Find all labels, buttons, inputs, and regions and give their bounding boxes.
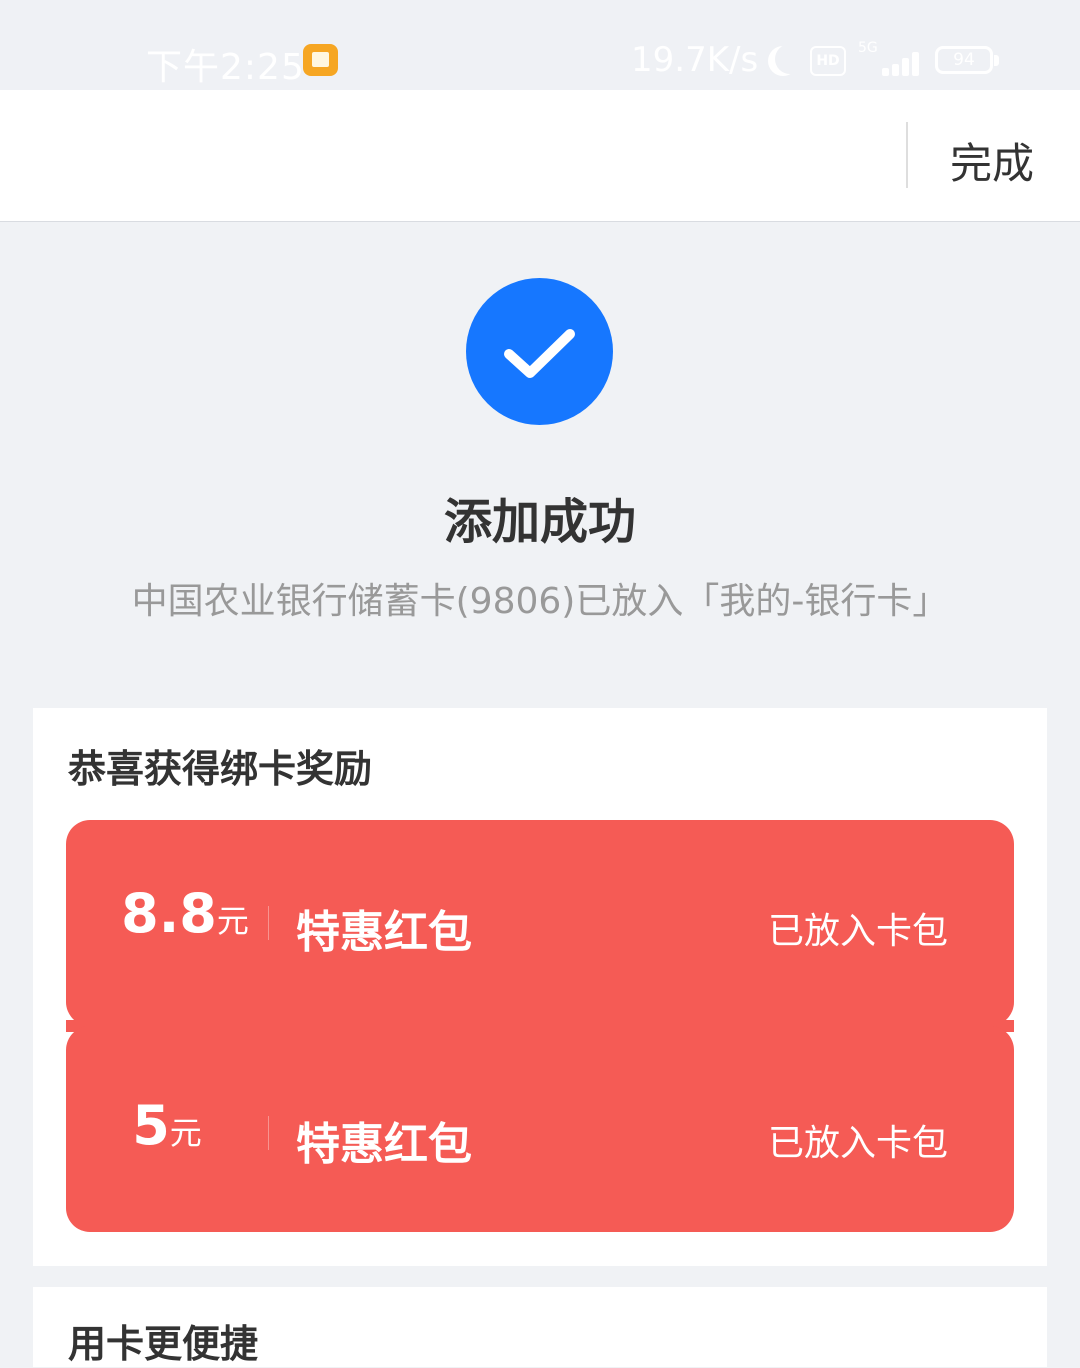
network-speed: 19.7K/s xyxy=(631,40,759,80)
status-bar: 下午2:25 19.7K/s HD 5G 94 xyxy=(0,0,1080,90)
signal-icon xyxy=(858,48,922,76)
nav-bar: 完成 xyxy=(0,90,1080,222)
coupon-unit: 元 xyxy=(216,902,249,940)
moon-icon xyxy=(775,44,805,74)
card-convenience-panel: 用卡更便捷 xyxy=(33,1287,1047,1367)
coupon-divider xyxy=(268,1116,269,1150)
coupon-status: 已放入卡包 xyxy=(767,911,948,952)
section-title: 用卡更便捷 xyxy=(68,1322,259,1366)
coupon-status: 已放入卡包 xyxy=(767,1123,948,1164)
coupon-card[interactable]: 5元 特惠红包 已放入卡包 xyxy=(66,1026,1014,1232)
check-circle-icon xyxy=(466,278,613,425)
done-button[interactable]: 完成 xyxy=(950,130,1034,191)
success-title: 添加成功 xyxy=(443,494,636,550)
status-time: 下午2:25 xyxy=(146,47,305,88)
reward-title: 恭喜获得绑卡奖励 xyxy=(68,747,373,791)
nav-divider xyxy=(906,122,908,188)
hd-icon: HD xyxy=(810,46,846,76)
coupon-unit: 元 xyxy=(169,1114,202,1152)
success-description: 中国农业银行储蓄卡(9806)已放入「我的-银行卡」 xyxy=(131,581,949,622)
coupon-divider xyxy=(268,906,269,940)
coupon-amount: 5元 xyxy=(132,1094,202,1157)
coupon-name: 特惠红包 xyxy=(296,1119,472,1170)
reward-panel: 恭喜获得绑卡奖励 8.8元 特惠红包 已放入卡包 5元 特惠红包 已放入卡包 xyxy=(33,708,1047,1266)
coupon-card[interactable]: 8.8元 特惠红包 已放入卡包 xyxy=(66,820,1014,1026)
app-notification-icon xyxy=(303,44,338,76)
battery-icon: 94 xyxy=(935,46,999,74)
coupon-amount: 8.8元 xyxy=(121,882,249,945)
coupon-name: 特惠红包 xyxy=(296,907,472,958)
